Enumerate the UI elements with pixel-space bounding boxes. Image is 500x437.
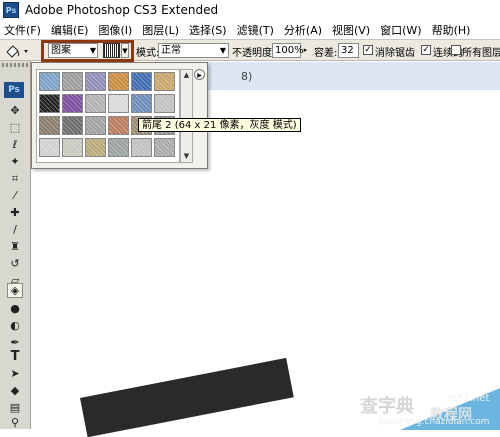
mode-label: 模式: — [136, 48, 160, 59]
anti-alias-label: 消除锯齿 — [375, 48, 415, 59]
pattern-swatch[interactable] — [108, 72, 129, 91]
opacity-stepper-arrow-icon[interactable]: ▸ — [301, 43, 310, 58]
menu-select[interactable]: 选择(S) — [184, 22, 232, 38]
opacity-label: 不透明度: — [232, 48, 276, 59]
all-layers-label: 所有图层 — [462, 48, 500, 59]
pattern-swatch[interactable] — [85, 116, 106, 135]
pattern-picker-popup: ▲ ▼ ▶ — [31, 62, 208, 169]
pattern-swatch[interactable] — [62, 72, 83, 91]
pattern-swatch[interactable] — [39, 72, 60, 91]
zoom-tool-icon[interactable]: ⚲ — [8, 416, 22, 429]
photoshop-logo-icon: Ps — [3, 2, 19, 18]
chevron-down-icon: ▼ — [89, 46, 96, 55]
pattern-swatch[interactable] — [154, 72, 175, 91]
history-brush-tool-icon[interactable]: ↺ — [8, 257, 22, 270]
watermark-site: jb51.net — [448, 393, 490, 404]
document-title: 8) — [241, 70, 253, 83]
menu-window[interactable]: 窗口(W) — [375, 22, 426, 38]
healing-brush-tool-icon[interactable]: ✚ — [8, 206, 22, 219]
menu-analysis[interactable]: 分析(A) — [279, 22, 327, 38]
move-tool-icon[interactable]: ✥ — [8, 104, 22, 117]
menu-image[interactable]: 图像(I) — [93, 22, 137, 38]
magic-wand-tool-icon[interactable]: ✦ — [8, 155, 22, 168]
paint-bucket-tool-icon[interactable]: ◈ — [7, 283, 23, 298]
title-bar: Ps Adobe Photoshop CS3 Extended — [0, 0, 500, 20]
tool-preset-picker[interactable] — [4, 42, 34, 59]
notes-tool-icon[interactable]: ▤ — [8, 401, 22, 414]
eyedropper-tool-icon[interactable]: ⁄ — [8, 189, 22, 202]
pattern-swatch[interactable] — [154, 94, 175, 113]
pattern-swatch[interactable] — [85, 94, 106, 113]
brush-tool-icon[interactable]: / — [8, 223, 22, 236]
type-tool-icon[interactable]: T — [8, 350, 22, 363]
path-selection-tool-icon[interactable]: ➤ — [8, 367, 22, 380]
menu-layer[interactable]: 图层(L) — [137, 22, 184, 38]
marquee-tool-icon[interactable]: ⬚ — [8, 121, 22, 134]
menu-bar: 文件(F) 编辑(E) 图像(I) 图层(L) 选择(S) 滤镜(T) 分析(A… — [0, 20, 500, 39]
pen-tool-icon[interactable]: ✒ — [8, 336, 22, 349]
toolbox: Ps ✥ ⬚ ℓ ✦ ⌗ ⁄ ✚ / ♜ ↺ ▱ ◈ ● ◐ ✒ T ➤ ◆ ▤… — [0, 61, 31, 429]
blur-tool-icon[interactable]: ● — [8, 302, 22, 315]
pattern-swatch[interactable] — [39, 116, 60, 135]
clone-stamp-tool-icon[interactable]: ♜ — [8, 240, 22, 253]
mode-value: 正常 — [161, 45, 181, 56]
pattern-swatch[interactable] — [39, 138, 60, 157]
watermark-text-large: 查字典 — [360, 396, 414, 417]
pattern-swatch[interactable] — [39, 94, 60, 113]
menu-view[interactable]: 视图(V) — [327, 22, 375, 38]
watermark-url: jiaocheng.chazidian.com — [378, 417, 490, 427]
menu-edit[interactable]: 编辑(E) — [46, 22, 94, 38]
pattern-dropdown-arrow-icon[interactable]: ▼ — [121, 43, 129, 58]
dodge-tool-icon[interactable]: ◐ — [8, 319, 22, 332]
menu-file[interactable]: 文件(F) — [0, 22, 46, 38]
window-title: Adobe Photoshop CS3 Extended — [25, 3, 219, 17]
fill-source-select[interactable]: 图案 ▼ — [48, 43, 98, 58]
pattern-swatch[interactable] — [131, 94, 152, 113]
pattern-grid — [36, 69, 180, 163]
pattern-swatch[interactable] — [62, 138, 83, 157]
anti-alias-checkbox[interactable]: ✓ — [363, 45, 373, 55]
toolbox-grip[interactable] — [2, 63, 28, 67]
pattern-swatch[interactable] — [85, 72, 106, 91]
pattern-swatch[interactable] — [108, 138, 129, 157]
pattern-scrollbar[interactable]: ▲ ▼ — [180, 69, 193, 163]
menu-help[interactable]: 帮助(H) — [427, 22, 476, 38]
all-layers-checkbox[interactable] — [451, 45, 461, 55]
contiguous-checkbox[interactable]: ✓ — [421, 45, 431, 55]
opacity-input[interactable]: 100% — [272, 43, 304, 58]
scroll-up-icon[interactable]: ▲ — [181, 70, 192, 81]
pattern-tooltip: 箭尾 2 (64 x 21 像素，灰度 模式) — [138, 118, 301, 132]
mode-select[interactable]: 正常 ▼ — [158, 43, 229, 58]
pattern-swatch[interactable] — [131, 72, 152, 91]
menu-filter[interactable]: 滤镜(T) — [232, 22, 279, 38]
tolerance-label: 容差: — [314, 48, 338, 59]
paint-bucket-icon — [6, 44, 28, 58]
shape-tool-icon[interactable]: ◆ — [8, 384, 22, 397]
scroll-down-icon[interactable]: ▼ — [181, 151, 192, 162]
crop-tool-icon[interactable]: ⌗ — [8, 172, 22, 185]
pattern-swatch-button[interactable] — [103, 43, 120, 58]
tolerance-input[interactable]: 32 — [338, 43, 359, 58]
fill-source-value: 图案 — [51, 45, 71, 56]
pattern-swatch[interactable] — [131, 138, 152, 157]
lasso-tool-icon[interactable]: ℓ — [8, 138, 22, 151]
pattern-menu-button[interactable]: ▶ — [194, 69, 205, 80]
toolbox-ps-icon: Ps — [4, 82, 24, 98]
pattern-swatch[interactable] — [154, 138, 175, 157]
pattern-swatch[interactable] — [62, 94, 83, 113]
options-bar: 图案 ▼ ▼ 模式: 正常 ▼ 不透明度: 100% ▸ 容差: 32 ✓ 消除… — [0, 39, 500, 62]
pattern-swatch[interactable] — [108, 94, 129, 113]
pattern-swatch[interactable] — [108, 116, 129, 135]
chevron-down-icon: ▼ — [219, 46, 226, 55]
pattern-swatch[interactable] — [85, 138, 106, 157]
pattern-swatch[interactable] — [62, 116, 83, 135]
